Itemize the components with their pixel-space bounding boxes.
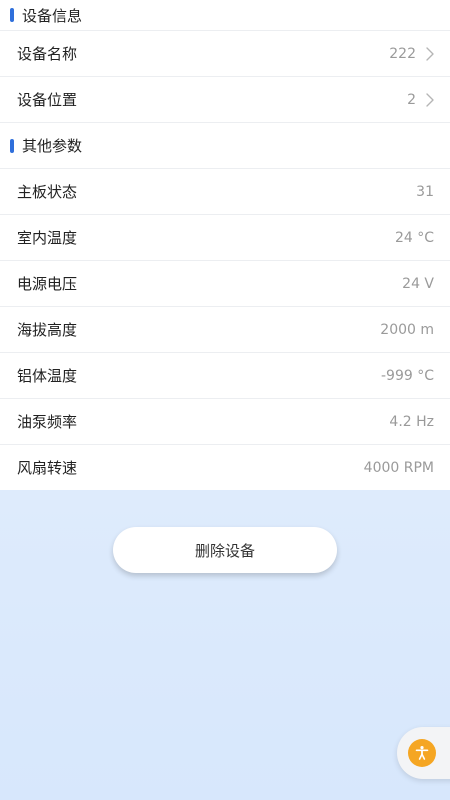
row-label: 主板状态 [17,183,78,201]
row-device-location[interactable]: 设备位置 2 [0,76,450,122]
chevron-right-icon [426,46,434,61]
section-title: 其他参数 [22,137,83,155]
row-altitude: 海拔高度 2000 m [0,306,450,352]
section-accent-bar [10,8,14,22]
row-value: 2000 m [380,321,434,338]
section-header-device-info: 设备信息 [0,0,450,30]
row-value: 2 [407,91,416,108]
chevron-right-icon [426,92,434,107]
delete-device-button[interactable]: 删除设备 [113,527,337,573]
row-device-name[interactable]: 设备名称 222 [0,30,450,76]
row-aluminum-temperature: 铝体温度 -999 °C [0,352,450,398]
row-oil-pump-frequency: 油泵频率 4.2 Hz [0,398,450,444]
section-title: 设备信息 [22,6,83,25]
accessibility-floating-tab[interactable] [397,727,450,779]
row-value: 4000 RPM [363,459,434,476]
delete-button-container: 删除设备 [0,527,450,573]
row-fan-speed: 风扇转速 4000 RPM [0,444,450,490]
row-mainboard-status: 主板状态 31 [0,168,450,214]
row-value: -999 °C [381,367,434,384]
row-indoor-temperature: 室内温度 24 °C [0,214,450,260]
row-label: 设备位置 [17,91,78,109]
row-label: 油泵频率 [17,413,78,431]
section-header-other-params: 其他参数 [0,122,450,168]
accessibility-icon [415,746,429,760]
row-label: 设备名称 [17,45,78,63]
row-label: 铝体温度 [17,367,78,385]
accessibility-button[interactable] [408,739,436,767]
section-accent-bar [10,138,14,153]
row-value: 24 °C [394,229,434,246]
row-label: 海拔高度 [17,321,78,339]
row-power-voltage: 电源电压 24 V [0,260,450,306]
row-value: 24 V [402,275,434,292]
row-label: 电源电压 [17,275,78,293]
row-value: 222 [389,45,416,62]
row-label: 风扇转速 [17,459,78,477]
row-value: 4.2 Hz [389,413,434,430]
row-label: 室内温度 [17,229,78,247]
row-value: 31 [416,183,434,200]
settings-panel: 设备信息 设备名称 222 设备位置 2 其他参数 主板状态 31 室内温度 2… [0,0,450,490]
